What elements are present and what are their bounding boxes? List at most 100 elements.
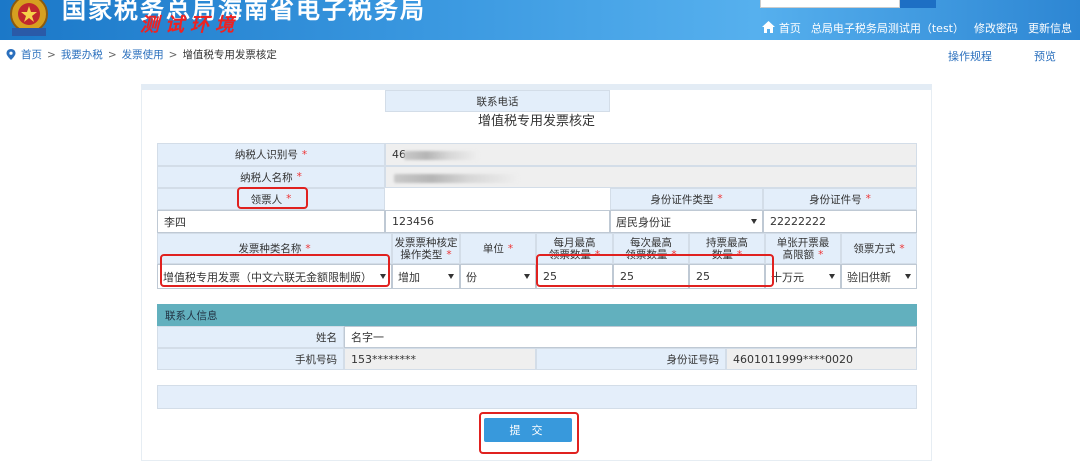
- id-type-select[interactable]: 居民身份证: [610, 210, 763, 233]
- chevron-down-icon: [380, 274, 386, 279]
- id-type-label-cell: 身份证件类型 *: [610, 188, 763, 210]
- taxpayer-id-label: 纳税人识别号: [234, 149, 298, 161]
- invoice-type-select[interactable]: 增值税专用发票（中文六联无金额限制版）: [157, 264, 392, 289]
- submit-button[interactable]: 提 交: [484, 418, 572, 442]
- single-limit-label-line1: 单张开票最: [776, 236, 830, 249]
- breadcrumb-separator: >: [47, 48, 56, 61]
- header-search-input[interactable]: [760, 0, 900, 8]
- contact-mobile-label-cell: 手机号码: [157, 348, 344, 370]
- contact-id-label-cell: 身份证号码: [536, 348, 726, 370]
- empty-info-row: [157, 385, 917, 409]
- hold-max-input[interactable]: 25: [689, 264, 765, 289]
- redacted-taxpayer-name: [394, 174, 519, 183]
- redacted-taxpayer-id: [404, 151, 479, 160]
- phone-label-cell: 联系电话: [385, 90, 610, 112]
- id-type-label: 身份证件类型: [650, 193, 714, 206]
- contact-name-input[interactable]: 名字一: [344, 326, 917, 348]
- required-mark: *: [507, 242, 514, 255]
- op-type-selected: 增加: [398, 270, 420, 284]
- chevron-down-icon: [829, 274, 835, 279]
- taxpayer-id-label-cell: 纳税人识别号 *: [157, 143, 385, 166]
- taxpayer-name-label: 纳税人名称: [240, 171, 293, 184]
- monthly-max-label-line1: 每月最高: [553, 236, 596, 249]
- hold-max-label-cell: 持票最高 数量 *: [689, 233, 765, 264]
- required-mark: *: [717, 193, 723, 205]
- monthly-max-input[interactable]: 25: [536, 264, 613, 289]
- contact-id-label: 身份证号码: [666, 353, 720, 366]
- top-header: 国家税务总局海南省电子税务局 测试环境 首页 总局电子税务局测试用（test） …: [0, 0, 1080, 40]
- location-pin-icon: [6, 49, 16, 60]
- contact-mobile-value: 153********: [344, 348, 536, 370]
- hold-max-label-line2: 数量: [711, 248, 733, 261]
- breadcrumb-current: 增值税专用发票核定: [182, 49, 277, 61]
- system-title: 国家税务总局海南省电子税务局: [62, 0, 426, 24]
- unit-select[interactable]: 份: [460, 264, 536, 289]
- invoice-type-label: 发票种类名称: [238, 243, 302, 255]
- receiver-name-input[interactable]: 李四: [157, 210, 385, 233]
- each-max-label-line1: 每次最高: [630, 236, 672, 249]
- method-label-cell: 领票方式 *: [841, 233, 917, 264]
- chevron-down-icon: [524, 274, 530, 279]
- page-actions: 操作规程 预览: [948, 48, 1056, 64]
- required-mark: *: [305, 242, 311, 255]
- header-search-button[interactable]: [900, 0, 936, 8]
- each-max-input[interactable]: 25: [613, 264, 689, 289]
- single-limit-label-cell: 单张开票最 高限额 *: [765, 233, 841, 264]
- breadcrumb: 首页 > 我要办税 > 发票使用 > 增值税专用发票核定: [6, 47, 277, 62]
- monthly-max-label-cell: 每月最高 领票数量 *: [536, 233, 613, 264]
- monthly-max-label-line2: 领票数量: [548, 248, 591, 261]
- id-type-selected: 居民身份证: [616, 215, 671, 229]
- required-mark: *: [818, 248, 824, 261]
- single-limit-select[interactable]: 十万元: [765, 264, 841, 289]
- contact-mobile-text: 153********: [351, 352, 416, 366]
- required-mark: *: [671, 248, 677, 261]
- each-max-label-cell: 每次最高 领票数量 *: [613, 233, 689, 264]
- breadcrumb-separator: >: [168, 48, 178, 61]
- id-no-input[interactable]: 22222222: [763, 210, 917, 233]
- taxpayer-name-label-cell: 纳税人名称 *: [157, 166, 385, 188]
- nav-change-password-link[interactable]: 修改密码: [974, 20, 1018, 36]
- chevron-down-icon: [448, 274, 454, 279]
- nav-user-link[interactable]: 总局电子税务局测试用（test）: [811, 20, 964, 36]
- preview-link[interactable]: 预览: [1034, 48, 1056, 64]
- contact-section-header: 联系人信息: [157, 304, 917, 326]
- contact-section-label: 联系人信息: [165, 309, 218, 322]
- breadcrumb-level2[interactable]: 发票使用: [122, 47, 164, 62]
- tax-emblem-icon: [10, 0, 48, 36]
- method-selected: 验旧供新: [847, 270, 891, 284]
- contact-name-label-cell: 姓名: [157, 326, 344, 348]
- required-mark: *: [301, 148, 308, 161]
- receiver-label: 领票人: [250, 193, 283, 206]
- breadcrumb-separator: >: [107, 48, 117, 61]
- test-environment-tag: 测试环境: [140, 14, 241, 36]
- nav-home-link[interactable]: 首页: [762, 20, 801, 36]
- required-mark: *: [296, 171, 302, 183]
- form-title: 增值税专用发票核定: [477, 114, 595, 129]
- op-type-label-line2: 操作类型: [400, 248, 443, 261]
- contact-mobile-label: 手机号码: [295, 353, 337, 366]
- breadcrumb-home[interactable]: 首页: [21, 47, 42, 62]
- hold-max-label-line1: 持票最高: [706, 236, 748, 249]
- required-mark: *: [865, 193, 871, 205]
- invoice-type-selected: 增值税专用发票（中文六联无金额限制版）: [163, 270, 372, 284]
- contact-id-text: 4601011999****0020: [733, 352, 853, 366]
- op-type-label-cell: 发票票种核定 操作类型 *: [392, 233, 460, 264]
- breadcrumb-level1[interactable]: 我要办税: [61, 47, 103, 62]
- single-limit-selected: 十万元: [771, 270, 804, 284]
- invoice-type-label-cell: 发票种类名称 *: [157, 233, 392, 264]
- chevron-down-icon: [905, 274, 911, 279]
- op-type-select[interactable]: 增加: [392, 264, 460, 289]
- method-select[interactable]: 验旧供新: [841, 264, 917, 289]
- receiver-phone-input[interactable]: 123456: [385, 210, 610, 233]
- header-nav: 首页 总局电子税务局测试用（test） 修改密码 更新信息: [762, 20, 1072, 36]
- op-type-label-line1: 发票票种核定: [394, 236, 458, 249]
- form-panel: 增值税专用发票核定 纳税人识别号 * 46 纳税人名称 * 领票人 * 联系电话 身份…: [141, 84, 932, 461]
- nav-update-info-link[interactable]: 更新信息: [1028, 20, 1072, 36]
- id-no-label: 身份证件号: [809, 193, 862, 206]
- each-max-label-line2: 领票数量: [625, 248, 668, 261]
- nav-home-label: 首页: [778, 22, 801, 35]
- home-icon: [762, 21, 776, 33]
- single-limit-label-line2: 高限额: [782, 248, 815, 261]
- operation-guide-link[interactable]: 操作规程: [948, 48, 992, 64]
- required-mark: *: [899, 242, 905, 255]
